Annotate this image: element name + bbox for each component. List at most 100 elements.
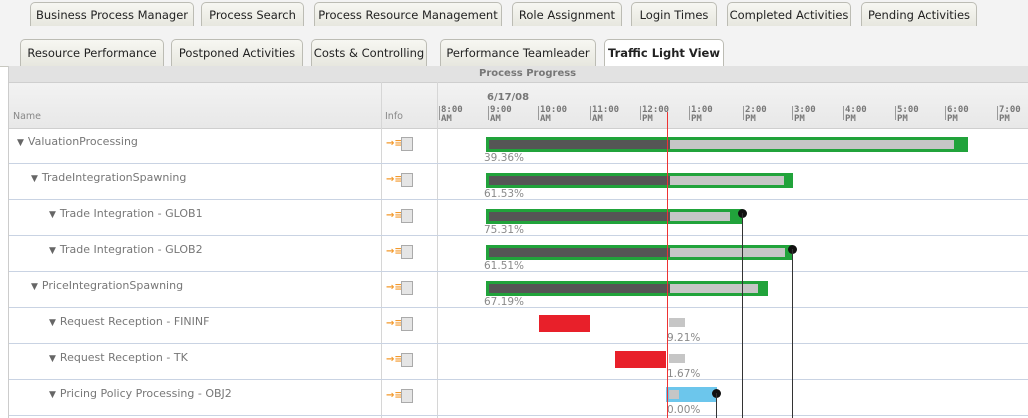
progress-bar[interactable] bbox=[486, 209, 742, 224]
document-icon[interactable] bbox=[401, 281, 413, 295]
tick-ampm: PM bbox=[691, 114, 702, 124]
expand-arrow-icon[interactable]: ▼ bbox=[49, 354, 56, 364]
process-name-text: ValuationProcessing bbox=[27, 135, 138, 148]
tab-costs-controlling[interactable]: Costs & Controlling bbox=[311, 39, 427, 66]
tick-mark bbox=[843, 106, 844, 120]
info-icons[interactable]: →≡ bbox=[386, 137, 416, 151]
expand-arrow-icon[interactable]: ▼ bbox=[49, 210, 56, 220]
process-info-icon[interactable]: →≡ bbox=[386, 175, 403, 185]
tick-label: 10:00 AM bbox=[540, 106, 567, 124]
info-icons[interactable]: →≡ bbox=[386, 389, 416, 403]
tab-completed-activities[interactable]: Completed Activities bbox=[727, 2, 851, 26]
info-icons[interactable]: →≡ bbox=[386, 281, 416, 295]
elapsed-bar bbox=[489, 248, 670, 257]
tab-role-assignment[interactable]: Role Assignment bbox=[512, 2, 622, 26]
process-name-text: Pricing Policy Processing - OBJ2 bbox=[59, 387, 232, 400]
progress-bar[interactable] bbox=[486, 173, 793, 188]
process-name-text: Request Reception - TK bbox=[59, 351, 188, 364]
process-info-icon[interactable]: →≡ bbox=[386, 211, 403, 221]
tick-label: 2:00 PM bbox=[745, 106, 767, 124]
info-column-header[interactable]: Info bbox=[385, 111, 403, 122]
document-icon[interactable] bbox=[401, 209, 413, 223]
process-name[interactable]: ▼ Trade Integration - GLOB2 bbox=[49, 243, 203, 256]
late-indicator[interactable] bbox=[539, 315, 590, 332]
tab-performance-teamleader[interactable]: Performance Teamleader bbox=[440, 39, 596, 66]
table-row[interactable]: ▼ TradeIntegrationSpawning →≡ 61.53% bbox=[9, 164, 1028, 200]
expand-arrow-icon[interactable]: ▼ bbox=[31, 282, 38, 292]
tab-traffic-light-view[interactable]: Traffic Light View bbox=[604, 39, 724, 66]
info-icons[interactable]: →≡ bbox=[386, 245, 416, 259]
table-row[interactable]: ▼ Pricing Policy Processing - OBJ2 →≡ 0.00% bbox=[9, 380, 1028, 416]
process-info-icon[interactable]: →≡ bbox=[386, 319, 403, 329]
tick-mark bbox=[439, 106, 440, 120]
tick-ampm: PM bbox=[999, 114, 1010, 124]
process-name[interactable]: ▼ ValuationProcessing bbox=[17, 135, 138, 148]
expand-arrow-icon[interactable]: ▼ bbox=[49, 390, 56, 400]
process-name[interactable]: ▼ TradeIntegrationSpawning bbox=[31, 171, 186, 184]
tab-business-process-manager[interactable]: Business Process Manager bbox=[30, 2, 194, 26]
process-name[interactable]: ▼ Request Reception - TK bbox=[49, 351, 188, 364]
tick-ampm: PM bbox=[845, 114, 856, 124]
progress-stub bbox=[669, 390, 679, 399]
progress-bar[interactable] bbox=[486, 281, 768, 296]
process-info-icon[interactable]: →≡ bbox=[386, 139, 403, 149]
table-row[interactable]: ▼ PriceIntegrationSpawning →≡ 67.19% bbox=[9, 272, 1028, 308]
table-row[interactable]: ▼ Trade Integration - GLOB1 →≡ 75.31% bbox=[9, 200, 1028, 236]
document-icon[interactable] bbox=[401, 245, 413, 259]
document-icon[interactable] bbox=[401, 137, 413, 151]
elapsed-bar bbox=[489, 140, 670, 149]
info-icons[interactable]: →≡ bbox=[386, 317, 416, 331]
tick-label: 8:00 AM bbox=[441, 106, 463, 124]
remaining-bar bbox=[670, 140, 954, 149]
tick-mark bbox=[590, 106, 591, 120]
process-name-text: PriceIntegrationSpawning bbox=[41, 279, 184, 292]
process-name[interactable]: ▼ Trade Integration - GLOB1 bbox=[49, 207, 203, 220]
tick-label: 1:00 PM bbox=[691, 106, 713, 124]
name-column-header[interactable]: Name bbox=[13, 111, 41, 122]
tick-label: 5:00 PM bbox=[897, 106, 919, 124]
process-name[interactable]: ▼ Request Reception - FININF bbox=[49, 315, 209, 328]
process-info-icon[interactable]: →≡ bbox=[386, 391, 403, 401]
grid-header: Process Progress 6/17/08 Name Info 8:00 A… bbox=[9, 66, 1028, 129]
progress-percent: 61.53% bbox=[484, 188, 525, 200]
timeline-date: 6/17/08 bbox=[487, 92, 530, 103]
expand-arrow-icon[interactable]: ▼ bbox=[49, 318, 56, 328]
process-name[interactable]: ▼ Pricing Policy Processing - OBJ2 bbox=[49, 387, 232, 400]
tab-process-search[interactable]: Process Search bbox=[201, 2, 304, 26]
progress-percent: 67.19% bbox=[484, 296, 525, 308]
tick-label: 7:00 PM bbox=[999, 106, 1021, 124]
process-name-text: TradeIntegrationSpawning bbox=[41, 171, 187, 184]
late-indicator[interactable] bbox=[615, 351, 666, 368]
process-info-icon[interactable]: →≡ bbox=[386, 283, 403, 293]
document-icon[interactable] bbox=[401, 173, 413, 187]
tab-postponed-activities[interactable]: Postponed Activities bbox=[171, 39, 303, 66]
info-icons[interactable]: →≡ bbox=[386, 209, 416, 223]
table-row[interactable]: ▼ Request Reception - FININF →≡ 9.21% bbox=[9, 308, 1028, 344]
tab-login-times[interactable]: Login Times bbox=[631, 2, 717, 26]
expand-arrow-icon[interactable]: ▼ bbox=[49, 246, 56, 256]
table-row[interactable]: ▼ Request Reception - TK →≡ 1.67% bbox=[9, 344, 1028, 380]
tick-mark bbox=[997, 106, 998, 120]
document-icon[interactable] bbox=[401, 389, 413, 403]
info-icons[interactable]: →≡ bbox=[386, 173, 416, 187]
process-info-icon[interactable]: →≡ bbox=[386, 355, 403, 365]
process-name[interactable]: ▼ PriceIntegrationSpawning bbox=[31, 279, 183, 292]
tick-ampm: AM bbox=[592, 114, 603, 124]
tab-pending-activities[interactable]: Pending Activities bbox=[861, 2, 977, 26]
progress-bar[interactable] bbox=[486, 137, 968, 152]
document-icon[interactable] bbox=[401, 353, 413, 367]
table-row[interactable]: ▼ Trade Integration - GLOB2 →≡ 61.51% bbox=[9, 236, 1028, 272]
info-icons[interactable]: →≡ bbox=[386, 353, 416, 367]
current-time-line bbox=[667, 112, 668, 418]
tick-mark bbox=[689, 106, 690, 120]
tick-ampm: PM bbox=[794, 114, 805, 124]
tab-process-resource-management[interactable]: Process Resource Management bbox=[314, 2, 502, 26]
process-info-icon[interactable]: →≡ bbox=[386, 247, 403, 257]
tick-label: 11:00 AM bbox=[592, 106, 619, 124]
progress-bar[interactable] bbox=[486, 245, 792, 260]
expand-arrow-icon[interactable]: ▼ bbox=[17, 138, 24, 148]
expand-arrow-icon[interactable]: ▼ bbox=[31, 174, 38, 184]
tab-resource-performance[interactable]: Resource Performance bbox=[20, 39, 164, 66]
table-row[interactable]: ▼ ValuationProcessing →≡ 39.36% bbox=[9, 128, 1028, 164]
document-icon[interactable] bbox=[401, 317, 413, 331]
